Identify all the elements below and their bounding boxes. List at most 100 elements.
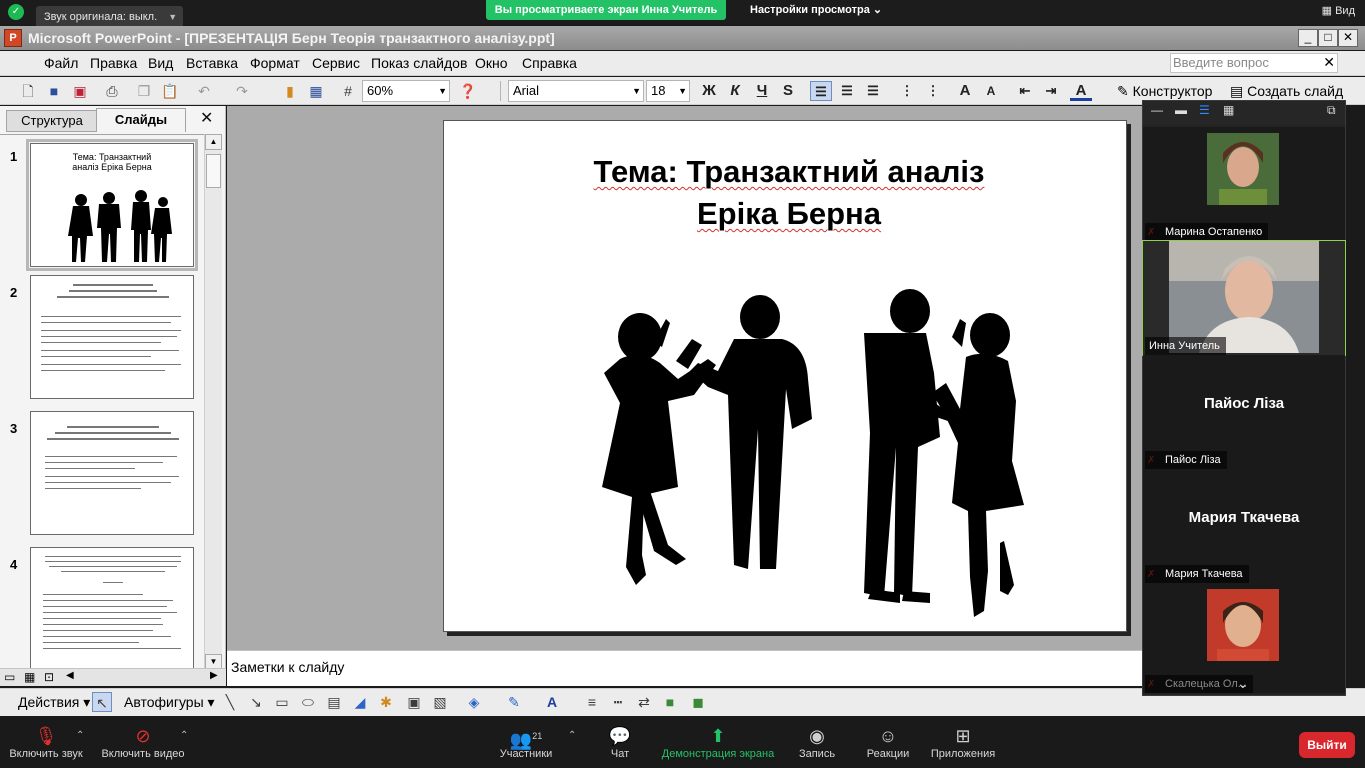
italic-button[interactable]: К [724,81,746,101]
strip-view-icon[interactable]: ☰ [1199,103,1210,117]
menu-help[interactable]: Справка [522,55,577,71]
increase-font-icon[interactable]: A [954,81,976,101]
notes-input[interactable]: Заметки к слайду [227,650,1142,686]
menu-insert[interactable]: Вставка [186,55,238,71]
view-settings-menu[interactable]: Настройки просмотра ⌄ [742,0,890,20]
participants-button[interactable]: 👥21 Участники [498,724,554,760]
current-slide[interactable]: Тема: Транзактний аналіз Еріка Берна [443,120,1127,632]
chevron-up-icon[interactable]: ⌃ [180,730,188,741]
gallery-view-icon[interactable]: ▦ [1223,103,1234,117]
designer-button[interactable]: ✎ Конструктор [1117,83,1212,100]
help-icon[interactable]: ❓ [458,81,478,101]
tab-structure[interactable]: Структура [6,110,98,132]
font-size-combo[interactable]: 18 ▼ [646,80,690,102]
menu-service[interactable]: Сервис [312,55,360,71]
line-color-icon[interactable]: ✎ [504,692,524,712]
close-icon[interactable]: ✕ [1323,54,1335,71]
redo-icon[interactable]: ↷ [232,81,252,101]
wordart-icon[interactable]: ◢ [350,692,370,712]
align-right-button[interactable]: ☰ [862,81,884,101]
chevron-up-icon[interactable]: ⌃ [76,730,84,741]
minimize-icon[interactable]: — [1151,103,1163,117]
bullet-list-button[interactable]: ⋮ [922,81,944,101]
clipart-icon[interactable]: ▣ [404,692,424,712]
insert-table-icon[interactable]: ▦ [306,81,326,101]
numbered-list-button[interactable]: ⋮ [896,81,918,101]
slide-thumbnail[interactable]: Тема: Транзактний аналіз Еріка Берна [26,139,198,271]
slide-thumbnail[interactable] [30,547,194,670]
font-name-combo[interactable]: Arial ▼ [508,80,644,102]
shadow-button[interactable]: S [777,81,799,101]
zoom-combo[interactable]: 60% ▼ [362,80,450,102]
new-document-icon[interactable]: 🗋 [18,81,38,101]
ask-question-input[interactable]: Введите вопрос [1170,53,1338,73]
participant-tile[interactable]: ✗ Марина Остапенко [1143,127,1345,241]
participant-tile[interactable]: Инна Учитель [1142,240,1346,356]
sorter-view-icon[interactable]: ▦ [24,670,35,684]
chevron-up-icon[interactable]: ⌃ [568,730,576,741]
arrow-style-icon[interactable]: ⇄ [634,692,654,712]
permission-icon[interactable]: ▣ [70,81,90,101]
chevron-down-icon[interactable]: ⌄ [1237,675,1249,692]
menu-window[interactable]: Окно [475,55,508,71]
align-center-button[interactable]: ☰ [836,81,858,101]
original-sound-toggle[interactable]: Звук оригинала: выкл. ▼ [36,6,184,28]
minimize-button[interactable]: _ [1298,29,1318,47]
dash-style-icon[interactable]: ┅ [608,692,628,712]
menu-file[interactable]: Файл [44,55,78,71]
share-screen-button[interactable]: ⬆ Демонстрация экрана [660,724,776,760]
decrease-font-icon[interactable]: A [980,81,1002,101]
insert-chart-icon[interactable]: ▮ [280,81,300,101]
menu-slideshow[interactable]: Показ слайдов [371,55,467,71]
rectangle-icon[interactable]: ▭ [272,692,292,712]
new-slide-button[interactable]: ▤ Создать слайд [1230,83,1343,100]
print-icon[interactable]: ⎙ [102,81,122,101]
actions-menu[interactable]: Действия ▾ [18,694,90,711]
menu-format[interactable]: Формат [250,55,300,71]
close-icon[interactable]: ✕ [200,108,213,128]
speaker-view-icon[interactable]: ▬ [1175,103,1187,117]
participant-tile[interactable]: Мария Ткачева ✗ Мария Ткачева [1143,469,1345,583]
maximize-button[interactable]: □ [1318,29,1338,47]
diagram-icon[interactable]: ✱ [376,692,396,712]
chat-button[interactable]: 💬 Чат [600,724,640,760]
leave-button[interactable]: Выйти [1299,732,1355,758]
scroll-right-icon[interactable]: ▶ [210,670,218,681]
fill-color-icon[interactable]: ◈ [464,692,484,712]
decrease-indent-icon[interactable]: ⇤ [1014,81,1036,101]
reactions-button[interactable]: ☺ Реакции [862,724,914,760]
line-style-icon[interactable]: ≡ [582,692,602,712]
select-arrow-icon[interactable]: ↖ [92,692,112,712]
participant-tile[interactable]: Пайос Ліза ✗ Пайос Ліза [1143,355,1345,469]
view-button[interactable]: ▦ Вид [1322,4,1355,17]
normal-view-icon[interactable]: ▭ [4,670,15,684]
close-button[interactable]: ✕ [1338,29,1358,47]
popout-icon[interactable]: ⧉ [1327,103,1336,118]
menu-edit[interactable]: Правка [90,55,137,71]
tab-slides[interactable]: Слайды [96,108,186,132]
paste-icon[interactable]: 📋 [160,81,180,101]
copy-icon[interactable]: ❐ [134,81,154,101]
scroll-thumb[interactable] [206,154,221,188]
shadow-icon[interactable]: ■ [660,692,680,712]
slideshow-view-icon[interactable]: ⊡ [44,670,54,684]
font-color-icon[interactable]: A [542,692,562,712]
slide-thumbnail[interactable] [30,275,194,399]
unmute-button[interactable]: 🎙 Включить звук [8,724,84,760]
save-icon[interactable]: ■ [44,81,64,101]
align-left-button[interactable]: ☰ [810,81,832,101]
scroll-left-icon[interactable]: ◀ [66,670,74,681]
powerpoint-logo-icon[interactable]: P [4,29,22,47]
autoshapes-menu[interactable]: Автофигуры ▾ [124,694,215,711]
ellipse-icon[interactable]: ⬭ [298,692,318,712]
thumbnail-scrollbar[interactable]: ▲ ▼ [204,134,222,670]
line-icon[interactable]: ╲ [220,692,240,712]
arrow-icon[interactable]: ↘ [246,692,266,712]
slide-thumbnail[interactable] [30,411,194,535]
bold-button[interactable]: Ж [698,81,720,101]
menu-view[interactable]: Вид [148,55,173,71]
3d-icon[interactable]: ◼ [688,692,708,712]
shield-icon[interactable]: ✓ [8,4,24,20]
undo-icon[interactable]: ↶ [194,81,214,101]
picture-icon[interactable]: ▧ [430,692,450,712]
